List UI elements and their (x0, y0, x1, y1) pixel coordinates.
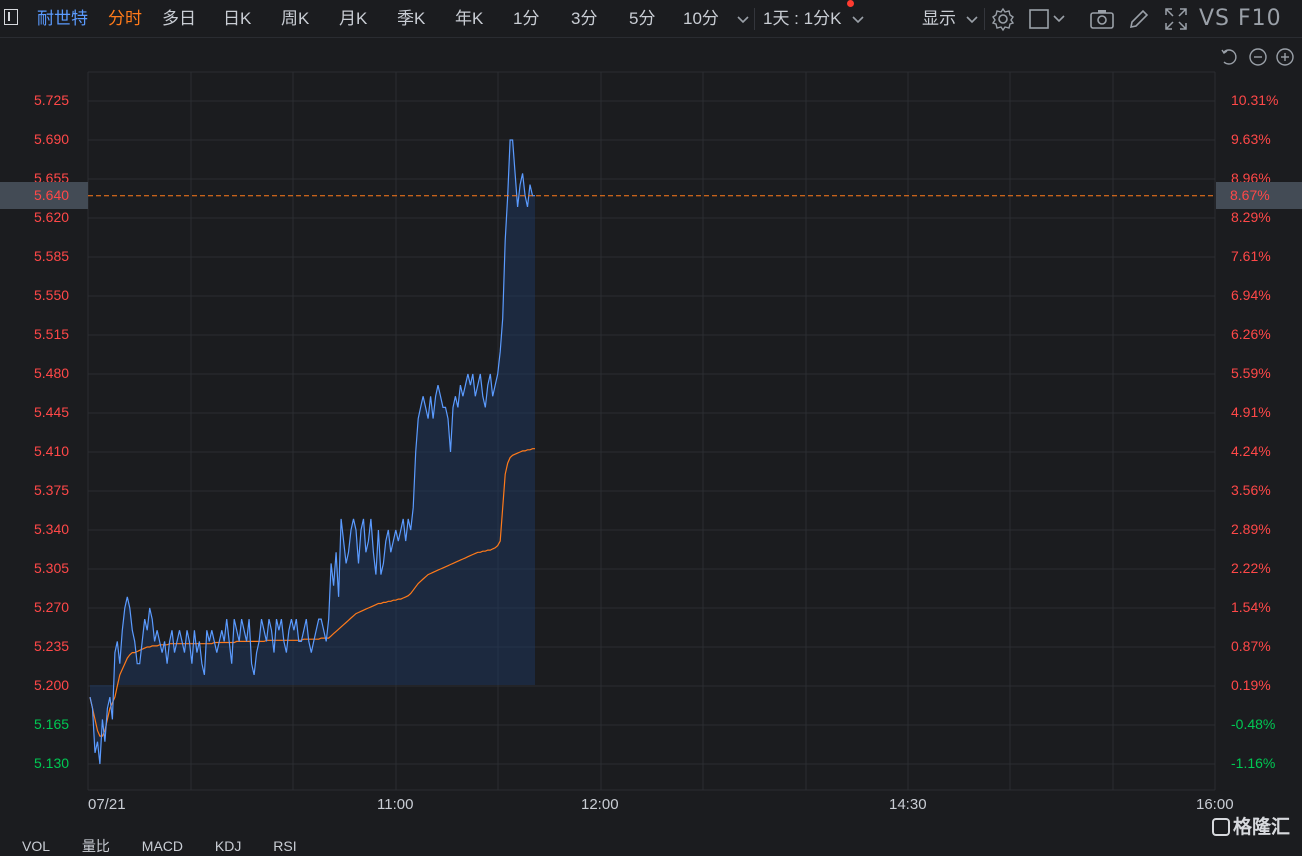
intraday-chart[interactable] (0, 0, 1302, 844)
tab-volume-ratio[interactable]: 量比 (82, 838, 110, 854)
price-tick-label: 5.375 (34, 482, 70, 498)
percent-tick-label: 9.63% (1231, 131, 1271, 147)
price-tick-label: 5.620 (34, 209, 70, 225)
tab-macd[interactable]: MACD (142, 838, 183, 854)
time-tick-label: 12:00 (581, 796, 619, 813)
price-tick-label: 5.165 (34, 716, 70, 732)
price-tick-label: 5.585 (34, 248, 70, 264)
current-percent-tag: 8.67% (1216, 182, 1302, 209)
percent-tick-label: 0.19% (1231, 677, 1271, 693)
watermark-text: 格隆汇 (1233, 817, 1291, 838)
price-tick-label: 5.270 (34, 599, 70, 615)
price-tick-label: 5.725 (34, 92, 70, 108)
percent-tick-label: 7.61% (1231, 248, 1271, 264)
indicator-tabs: VOL 量比 MACD KDJ RSI (22, 836, 325, 856)
time-tick-label: 07/21 (88, 796, 126, 813)
price-tick-label: 5.515 (34, 326, 70, 342)
price-tick-label: 5.200 (34, 677, 70, 693)
time-tick-label: 14:30 (889, 796, 927, 813)
price-tick-label: 5.550 (34, 287, 70, 303)
percent-tick-label: 4.24% (1231, 443, 1271, 459)
percent-tick-label: -0.48% (1231, 716, 1276, 732)
price-tick-label: 5.480 (34, 365, 70, 381)
watermark-logo: 格隆汇 (1212, 812, 1290, 839)
percent-tick-label: 8.29% (1231, 209, 1271, 225)
percent-tick-label: 2.22% (1231, 560, 1271, 576)
tab-kdj[interactable]: KDJ (215, 838, 241, 854)
price-tick-label: 5.445 (34, 404, 70, 420)
percent-tick-label: 0.87% (1231, 638, 1271, 654)
percent-tick-label: -1.16% (1231, 755, 1276, 771)
percent-tick-label: 1.54% (1231, 599, 1271, 615)
current-percent-value: 8.67% (1230, 187, 1270, 203)
time-tick-label: 11:00 (377, 796, 414, 813)
tab-rsi[interactable]: RSI (273, 838, 296, 854)
price-tick-label: 5.235 (34, 638, 70, 654)
percent-tick-label: 3.56% (1231, 482, 1271, 498)
watermark-icon (1212, 818, 1230, 836)
time-tick-label: 16:00 (1196, 796, 1234, 813)
percent-tick-label: 2.89% (1231, 521, 1271, 537)
price-tick-label: 5.305 (34, 560, 70, 576)
percent-tick-label: 4.91% (1231, 404, 1271, 420)
current-price-tag: 5.640 (0, 182, 88, 209)
tab-vol[interactable]: VOL (22, 838, 50, 854)
percent-tick-label: 5.59% (1231, 365, 1271, 381)
percent-tick-label: 6.26% (1231, 326, 1271, 342)
price-tick-label: 5.340 (34, 521, 70, 537)
percent-tick-label: 10.31% (1231, 92, 1279, 108)
price-tick-label: 5.410 (34, 443, 70, 459)
price-tick-label: 5.130 (34, 755, 70, 771)
percent-tick-label: 6.94% (1231, 287, 1271, 303)
price-tick-label: 5.690 (34, 131, 70, 147)
current-price-value: 5.640 (34, 187, 70, 203)
